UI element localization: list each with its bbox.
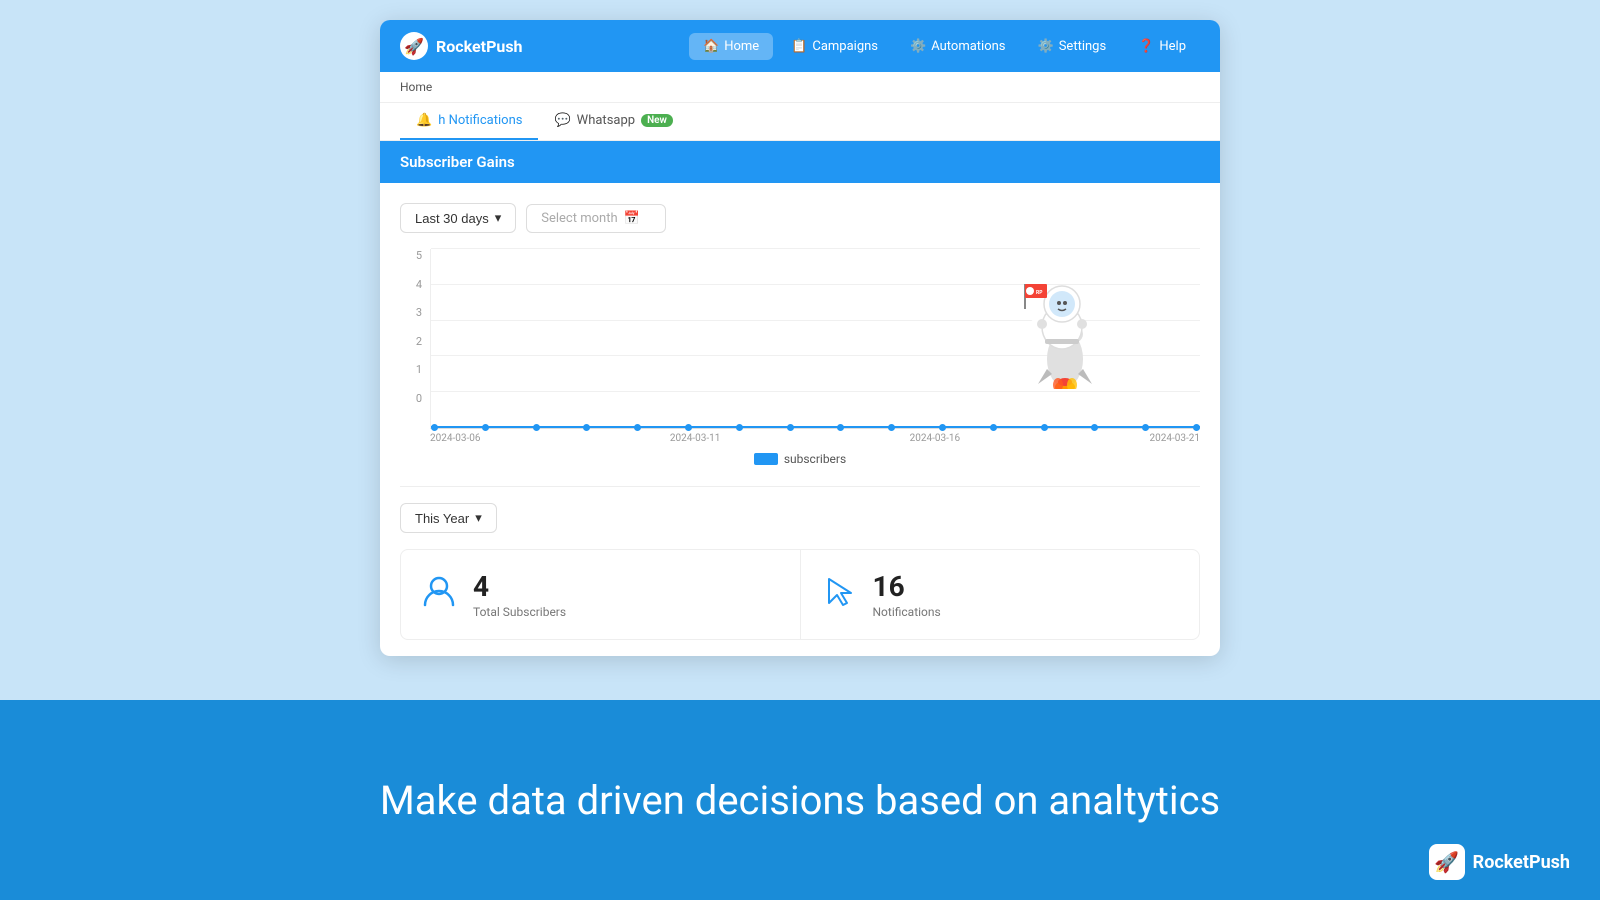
stats-chevron-icon: ▾ bbox=[475, 510, 482, 526]
banner-brand-name: RocketPush bbox=[1473, 852, 1570, 873]
y-label-0: 0 bbox=[416, 392, 422, 405]
stats-section: This Year ▾ 4 Total Subscribers bbox=[380, 487, 1220, 656]
dot-10 bbox=[888, 424, 895, 431]
nav-automations-label: Automations bbox=[931, 39, 1005, 54]
notifications-info: 16 Notifications bbox=[873, 570, 941, 619]
nav-campaigns[interactable]: 📋 Campaigns bbox=[777, 33, 892, 60]
chart-plot: RP bbox=[430, 249, 1200, 429]
subscriber-label: Total Subscribers bbox=[473, 605, 566, 619]
automations-icon: ⚙️ bbox=[910, 39, 926, 54]
y-label-2: 2 bbox=[416, 335, 422, 348]
brand-name: RocketPush bbox=[436, 37, 523, 56]
y-label-1: 1 bbox=[416, 363, 422, 376]
tab-whatsapp-label: Whatsapp bbox=[577, 113, 635, 128]
x-axis: 2024-03-06 2024-03-11 2024-03-16 2024-03… bbox=[400, 429, 1200, 444]
date-placeholder: Select month bbox=[541, 211, 617, 226]
y-label-3: 3 bbox=[416, 306, 422, 319]
dot-9 bbox=[837, 424, 844, 431]
whatsapp-badge: New bbox=[641, 114, 673, 127]
chart-controls: Last 30 days ▾ Select month 📅 bbox=[400, 203, 1200, 233]
chevron-down-icon: ▾ bbox=[495, 210, 502, 226]
dot-12 bbox=[990, 424, 997, 431]
subscriber-info: 4 Total Subscribers bbox=[473, 570, 566, 619]
subscriber-count: 4 bbox=[473, 570, 566, 603]
subscriber-gains-header: Subscriber Gains bbox=[380, 141, 1220, 183]
nav-help[interactable]: ❓ Help bbox=[1124, 33, 1200, 60]
y-label-5: 5 bbox=[416, 249, 422, 262]
dot-11 bbox=[939, 424, 946, 431]
navbar: 🚀 RocketPush 🏠 Home 📋 Campaigns ⚙️ Autom… bbox=[380, 20, 1220, 72]
notifications-label: Notifications bbox=[873, 605, 941, 619]
month-picker[interactable]: Select month 📅 bbox=[526, 204, 666, 233]
brand-icon: 🚀 bbox=[400, 32, 428, 60]
grid-line-1 bbox=[431, 391, 1200, 392]
period-label: Last 30 days bbox=[415, 211, 489, 226]
help-icon: ❓ bbox=[1138, 39, 1154, 54]
home-icon: 🏠 bbox=[703, 39, 719, 54]
svg-text:RP: RP bbox=[1036, 290, 1043, 296]
legend-label: subscribers bbox=[784, 452, 846, 466]
subscriber-gains-title: Subscriber Gains bbox=[400, 153, 515, 171]
dot-16 bbox=[1193, 424, 1200, 431]
whatsapp-icon: 💬 bbox=[554, 113, 570, 128]
period-dropdown[interactable]: Last 30 days ▾ bbox=[400, 203, 516, 233]
stats-filter: This Year ▾ bbox=[400, 503, 1200, 533]
dot-14 bbox=[1091, 424, 1098, 431]
cursor-icon bbox=[821, 573, 857, 617]
dot-2 bbox=[482, 424, 489, 431]
banner-brand: 🚀 RocketPush bbox=[1429, 844, 1570, 880]
dot-13 bbox=[1041, 424, 1048, 431]
tab-bar: 🔔 h Notifications 💬 Whatsapp New bbox=[380, 103, 1220, 141]
bottom-banner: Make data driven decisions based on anal… bbox=[0, 700, 1600, 900]
y-axis: 5 4 3 2 1 0 bbox=[400, 249, 430, 429]
dot-4 bbox=[583, 424, 590, 431]
nav-settings-label: Settings bbox=[1059, 39, 1106, 54]
nav-campaigns-label: Campaigns bbox=[812, 39, 878, 54]
brand: 🚀 RocketPush bbox=[400, 32, 523, 60]
breadcrumb: Home bbox=[380, 72, 1220, 103]
chart-container: Last 30 days ▾ Select month 📅 5 4 3 2 1 … bbox=[380, 183, 1220, 486]
notifications-count: 16 bbox=[873, 570, 941, 603]
tab-push-label: h Notifications bbox=[438, 113, 522, 128]
settings-icon: ⚙️ bbox=[1038, 39, 1054, 54]
x-label-2: 2024-03-11 bbox=[670, 433, 721, 444]
dot-15 bbox=[1142, 424, 1149, 431]
nav-settings[interactable]: ⚙️ Settings bbox=[1024, 33, 1121, 60]
y-label-4: 4 bbox=[416, 278, 422, 291]
calendar-icon: 📅 bbox=[624, 211, 640, 226]
dot-1 bbox=[431, 424, 438, 431]
banner-logo-icon: 🚀 bbox=[1429, 844, 1465, 880]
breadcrumb-text: Home bbox=[400, 80, 432, 94]
dot-8 bbox=[787, 424, 794, 431]
banner-tagline: Make data driven decisions based on anal… bbox=[380, 777, 1220, 824]
nav-home[interactable]: 🏠 Home bbox=[689, 33, 773, 60]
x-label-1: 2024-03-06 bbox=[430, 433, 481, 444]
bell-icon: 🔔 bbox=[416, 113, 432, 128]
nav-links: 🏠 Home 📋 Campaigns ⚙️ Automations ⚙️ Set… bbox=[689, 33, 1200, 60]
stats-period-dropdown[interactable]: This Year ▾ bbox=[400, 503, 497, 533]
stats-cards: 4 Total Subscribers 16 Notifications bbox=[400, 549, 1200, 640]
x-label-3: 2024-03-16 bbox=[910, 433, 961, 444]
dot-6 bbox=[685, 424, 692, 431]
subscriber-icon bbox=[421, 573, 457, 617]
stat-card-notifications: 16 Notifications bbox=[801, 550, 1200, 639]
chart-legend: subscribers bbox=[400, 452, 1200, 466]
dot-5 bbox=[634, 424, 641, 431]
x-label-4: 2024-03-21 bbox=[1149, 433, 1200, 444]
nav-help-label: Help bbox=[1159, 39, 1186, 54]
chart-dots bbox=[431, 426, 1200, 431]
nav-automations[interactable]: ⚙️ Automations bbox=[896, 33, 1020, 60]
chart-data-line bbox=[431, 426, 1200, 428]
nav-home-label: Home bbox=[724, 39, 759, 54]
tab-whatsapp[interactable]: 💬 Whatsapp New bbox=[538, 103, 688, 140]
tab-push-notifications[interactable]: 🔔 h Notifications bbox=[400, 103, 538, 140]
legend-color-box bbox=[754, 453, 778, 465]
stat-card-subscribers: 4 Total Subscribers bbox=[401, 550, 801, 639]
campaigns-icon: 📋 bbox=[791, 39, 807, 54]
chart-area: 5 4 3 2 1 0 bbox=[400, 249, 1200, 429]
dot-3 bbox=[533, 424, 540, 431]
dot-7 bbox=[736, 424, 743, 431]
astronaut-illustration: RP bbox=[990, 239, 1120, 389]
stats-period-label: This Year bbox=[415, 511, 469, 526]
